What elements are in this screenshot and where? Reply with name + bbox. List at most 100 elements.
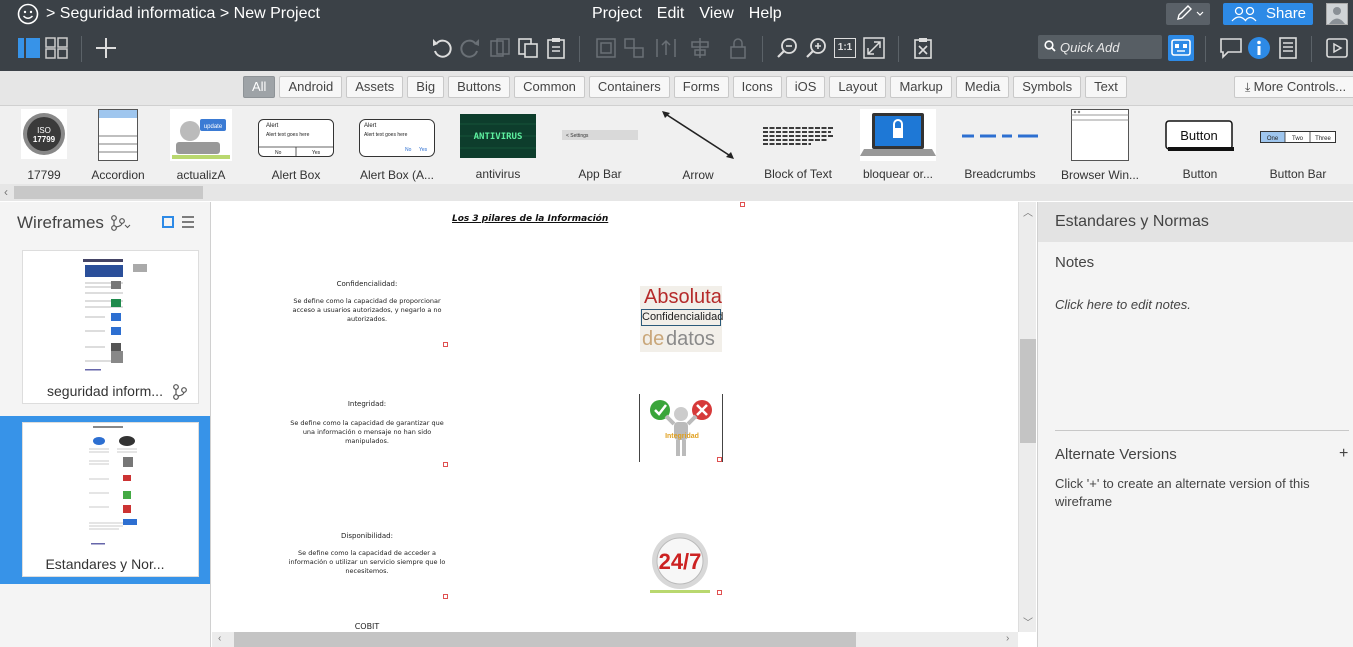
properties-button[interactable] (1275, 35, 1301, 61)
thumbnail-view-icon[interactable] (162, 216, 174, 228)
horizontal-scroll-thumb[interactable] (234, 632, 856, 647)
fullscreen-button[interactable] (861, 35, 887, 61)
align-button[interactable] (653, 35, 679, 61)
smiley-logo-icon[interactable] (17, 3, 39, 25)
filter-all[interactable]: All (243, 76, 276, 98)
section-heading[interactable]: Disponibilidad: (302, 532, 432, 540)
add-alternate-button[interactable]: + (1339, 445, 1348, 463)
canvas-vertical-scrollbar[interactable]: ︿ ﹀ (1018, 202, 1036, 632)
branch-icon[interactable] (110, 215, 132, 231)
project-breadcrumb[interactable]: > Seguridad informatica > New Project (46, 5, 320, 23)
cut-button[interactable] (487, 35, 513, 61)
filter-forms[interactable]: Forms (673, 76, 729, 98)
section-body[interactable]: Se define como la capacidad de acceder a… (284, 549, 450, 575)
distribute-button[interactable] (687, 35, 713, 61)
scroll-left-icon[interactable]: ‹ (4, 185, 8, 199)
group-button[interactable] (593, 35, 619, 61)
library-scroll-thumb[interactable] (14, 186, 203, 199)
library-item[interactable]: ANTIVIRUS antivirus (458, 109, 538, 183)
scroll-left-icon[interactable]: ‹ (218, 633, 221, 644)
filter-buttons[interactable]: Buttons (448, 76, 511, 98)
library-item[interactable]: ISO 17799 17799 (14, 109, 74, 183)
library-item[interactable]: Alert Alert text goes here No Yes Alert … (355, 109, 439, 183)
library-item[interactable]: update actualizA (168, 109, 234, 183)
copy-button[interactable] (515, 35, 541, 61)
filter-containers[interactable]: Containers (588, 76, 670, 98)
undo-button[interactable] (429, 35, 455, 61)
library-item[interactable]: Arrow (658, 109, 738, 183)
library-scrollbar[interactable]: ‹ (0, 184, 1353, 201)
menu-view[interactable]: View (699, 5, 733, 23)
scroll-right-icon[interactable]: › (1006, 633, 1009, 644)
single-view-button[interactable] (16, 35, 42, 61)
zoom-in-button[interactable] (803, 35, 829, 61)
list-view-icon[interactable] (181, 215, 195, 229)
wireframe-canvas[interactable]: Los 3 pilares de la Información Confiden… (212, 202, 1018, 632)
filter-markup[interactable]: Markup (890, 76, 952, 98)
link-marker-icon[interactable] (717, 590, 722, 595)
menu-edit[interactable]: Edit (657, 5, 685, 23)
info-button[interactable] (1246, 35, 1272, 61)
filter-android[interactable]: Android (279, 76, 343, 98)
lock-button[interactable] (725, 35, 751, 61)
markup-toggle-button[interactable] (1168, 35, 1194, 61)
library-item[interactable]: One Two Three Button Bar (1258, 109, 1338, 183)
link-marker-icon[interactable] (443, 462, 448, 467)
section-body[interactable]: Se define como la capacidad de proporcio… (284, 297, 450, 323)
user-avatar[interactable] (1326, 3, 1348, 25)
edit-mode-button[interactable] (1166, 3, 1210, 25)
wireframe-item-selected[interactable]: Estandares y Nor... (0, 416, 210, 584)
link-marker-icon[interactable] (443, 342, 448, 347)
actual-size-button[interactable]: 1:1 (832, 35, 858, 61)
confidencialidad-image[interactable]: Absoluta Confidencialidad de datos (640, 286, 723, 352)
delete-button[interactable] (910, 35, 936, 61)
comments-button[interactable] (1218, 35, 1244, 61)
link-marker-icon[interactable] (443, 594, 448, 599)
vertical-scroll-thumb[interactable] (1020, 339, 1036, 443)
wireframe-item[interactable]: seguridad inform... (0, 250, 210, 418)
presentation-button[interactable] (1324, 35, 1350, 61)
scroll-up-icon[interactable]: ︿ (1023, 204, 1033, 219)
link-marker-icon[interactable] (740, 202, 745, 207)
library-item[interactable]: Breadcrumbs (960, 109, 1040, 183)
link-marker-icon[interactable] (717, 457, 722, 462)
section-heading[interactable]: Integridad: (302, 400, 432, 408)
filter-text[interactable]: Text (1085, 76, 1127, 98)
share-button[interactable]: Share (1223, 3, 1313, 25)
library-item[interactable]: Accordion (88, 109, 148, 183)
filter-assets[interactable]: Assets (346, 76, 404, 98)
filter-ios[interactable]: iOS (785, 76, 826, 98)
filter-symbols[interactable]: Symbols (1013, 76, 1082, 98)
library-item[interactable]: bloquear or... (858, 109, 938, 183)
section-heading[interactable]: Confidencialidad: (302, 280, 432, 288)
scroll-down-icon[interactable]: ﹀ (1023, 614, 1033, 629)
more-controls-button[interactable]: ⤓ More Controls... (1234, 76, 1353, 98)
grid-view-button[interactable] (44, 35, 70, 61)
filter-common[interactable]: Common (514, 76, 585, 98)
paste-button[interactable] (543, 35, 569, 61)
library-item[interactable]: Browser Win... (1060, 109, 1140, 183)
library-item[interactable]: Alert Alert text goes here No Yes Alert … (256, 109, 336, 183)
zoom-out-button[interactable] (774, 35, 800, 61)
redo-button[interactable] (457, 35, 483, 61)
library-item[interactable]: Button Button (1160, 109, 1240, 183)
section-heading[interactable]: COBIT (322, 622, 412, 631)
twentyfour-seven-image[interactable]: 24/7 (648, 532, 712, 594)
filter-icons[interactable]: Icons (732, 76, 782, 98)
filter-media[interactable]: Media (955, 76, 1010, 98)
add-wireframe-button[interactable] (93, 35, 119, 61)
filter-layout[interactable]: Layout (829, 76, 887, 98)
library-item[interactable]: < Settings App Bar (560, 109, 640, 183)
canvas-title[interactable]: Los 3 pilares de la Información (452, 214, 608, 224)
menu-help[interactable]: Help (749, 5, 782, 23)
integridad-image[interactable]: Integridad (639, 394, 723, 462)
section-body[interactable]: Se define como la capacidad de garantiza… (284, 419, 450, 445)
library-item[interactable]: Block of Text (758, 109, 838, 183)
filter-big[interactable]: Big (407, 76, 445, 98)
ungroup-button[interactable] (621, 35, 647, 61)
quick-add-field[interactable] (1038, 35, 1162, 59)
quick-add-input[interactable] (1060, 38, 1158, 56)
notes-editor[interactable]: Click here to edit notes. (1055, 297, 1191, 312)
canvas-horizontal-scrollbar[interactable]: ‹ › (212, 632, 1018, 647)
branch-icon[interactable] (172, 384, 188, 400)
